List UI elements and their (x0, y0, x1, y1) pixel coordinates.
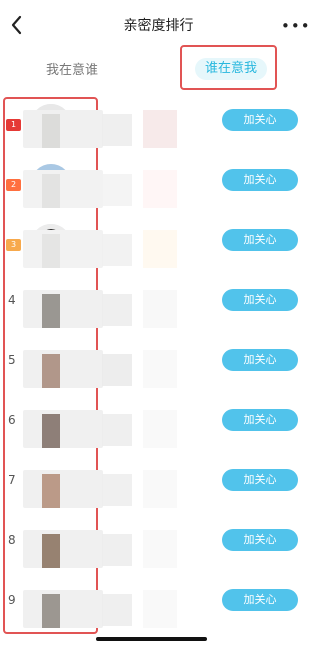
list-item[interactable]: 6 加关心 (0, 398, 317, 458)
blur-block (23, 110, 103, 148)
blurred-user-info (16, 520, 187, 576)
more-icon[interactable]: ••• (281, 17, 310, 35)
blur-block (102, 594, 132, 626)
blur-block (42, 354, 60, 388)
blurred-user-info (16, 460, 187, 516)
list-item[interactable]: 3 加关心 (0, 218, 317, 278)
add-care-button[interactable]: 加关心 (222, 349, 298, 371)
blur-block (143, 470, 177, 508)
blur-block (143, 410, 177, 448)
blur-block (102, 294, 132, 326)
blurred-user-info (16, 400, 187, 456)
blur-block (23, 530, 103, 568)
blur-block (23, 590, 103, 628)
list-item[interactable]: 4 加关心 (0, 278, 317, 338)
add-care-button[interactable]: 加关心 (222, 589, 298, 611)
blur-block (143, 230, 177, 268)
blur-block (23, 410, 103, 448)
add-care-button[interactable]: 加关心 (222, 469, 298, 491)
blur-block (42, 294, 60, 328)
blur-block (102, 354, 132, 386)
blur-block (42, 414, 60, 448)
tab-who-i-care[interactable]: 我在意谁 (46, 59, 98, 78)
blurred-user-info (16, 100, 187, 156)
home-indicator (96, 637, 207, 641)
add-care-button[interactable]: 加关心 (222, 409, 298, 431)
top-bar: 亲密度排行 ••• (0, 0, 317, 50)
list-item[interactable]: 9 加关心 (0, 578, 317, 638)
blur-block (143, 350, 177, 388)
blur-block (143, 530, 177, 568)
blurred-user-info (16, 340, 187, 396)
blur-block (143, 590, 177, 628)
blur-block (23, 470, 103, 508)
blur-block (42, 114, 60, 148)
blur-block (42, 234, 60, 268)
blur-block (102, 474, 132, 506)
blur-block (102, 414, 132, 446)
blur-block (102, 534, 132, 566)
blurred-user-info (16, 280, 187, 336)
blur-block (102, 234, 132, 266)
add-care-button[interactable]: 加关心 (222, 529, 298, 551)
blur-block (143, 290, 177, 328)
blurred-user-info (16, 160, 187, 216)
blur-block (23, 230, 103, 268)
add-care-button[interactable]: 加关心 (222, 109, 298, 131)
page-title: 亲密度排行 (123, 18, 194, 34)
tab-highlight-box (180, 45, 277, 90)
add-care-button[interactable]: 加关心 (222, 229, 298, 251)
blur-block (143, 110, 177, 148)
blur-block (23, 170, 103, 208)
add-care-button[interactable]: 加关心 (222, 289, 298, 311)
blur-block (102, 174, 132, 206)
blurred-user-info (16, 580, 187, 636)
blur-block (42, 594, 60, 628)
blurred-user-info (16, 220, 187, 276)
blur-block (42, 174, 60, 208)
list-item[interactable]: 7 加关心 (0, 458, 317, 518)
add-care-button[interactable]: 加关心 (222, 169, 298, 191)
list-item[interactable]: 8 加关心 (0, 518, 317, 578)
blur-block (42, 474, 60, 508)
blur-block (143, 170, 177, 208)
list-item[interactable]: 5 加关心 (0, 338, 317, 398)
list-item[interactable]: 2 加关心 (0, 158, 317, 218)
blur-block (42, 534, 60, 568)
blur-block (23, 350, 103, 388)
list-item[interactable]: 1 加关心 (0, 98, 317, 158)
blur-block (23, 290, 103, 328)
blur-block (102, 114, 132, 146)
